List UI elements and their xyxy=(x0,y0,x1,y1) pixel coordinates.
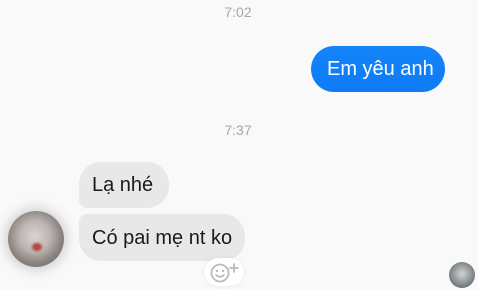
message-text: Có pai mẹ nt ko xyxy=(92,227,233,249)
timestamp: 7:02 xyxy=(224,4,252,20)
outgoing-message-bubble[interactable]: Em yêu anh xyxy=(311,46,445,92)
sender-avatar[interactable] xyxy=(8,211,64,267)
add-reaction-button[interactable] xyxy=(204,258,244,286)
timestamp: 7:37 xyxy=(224,122,252,138)
message-text: Lạ nhé xyxy=(92,174,154,196)
incoming-message-bubble[interactable]: Lạ nhé xyxy=(79,162,169,208)
message-text: Em yêu anh xyxy=(327,58,434,80)
add-reaction-icon xyxy=(210,263,239,283)
seen-avatar xyxy=(449,262,475,288)
chat-thread: 7:02 Em yêu anh 7:37 Lạ nhé Có pai mẹ nt… xyxy=(0,0,478,290)
incoming-message-bubble[interactable]: Có pai mẹ nt ko xyxy=(79,214,245,261)
avatar-detail xyxy=(32,243,42,251)
